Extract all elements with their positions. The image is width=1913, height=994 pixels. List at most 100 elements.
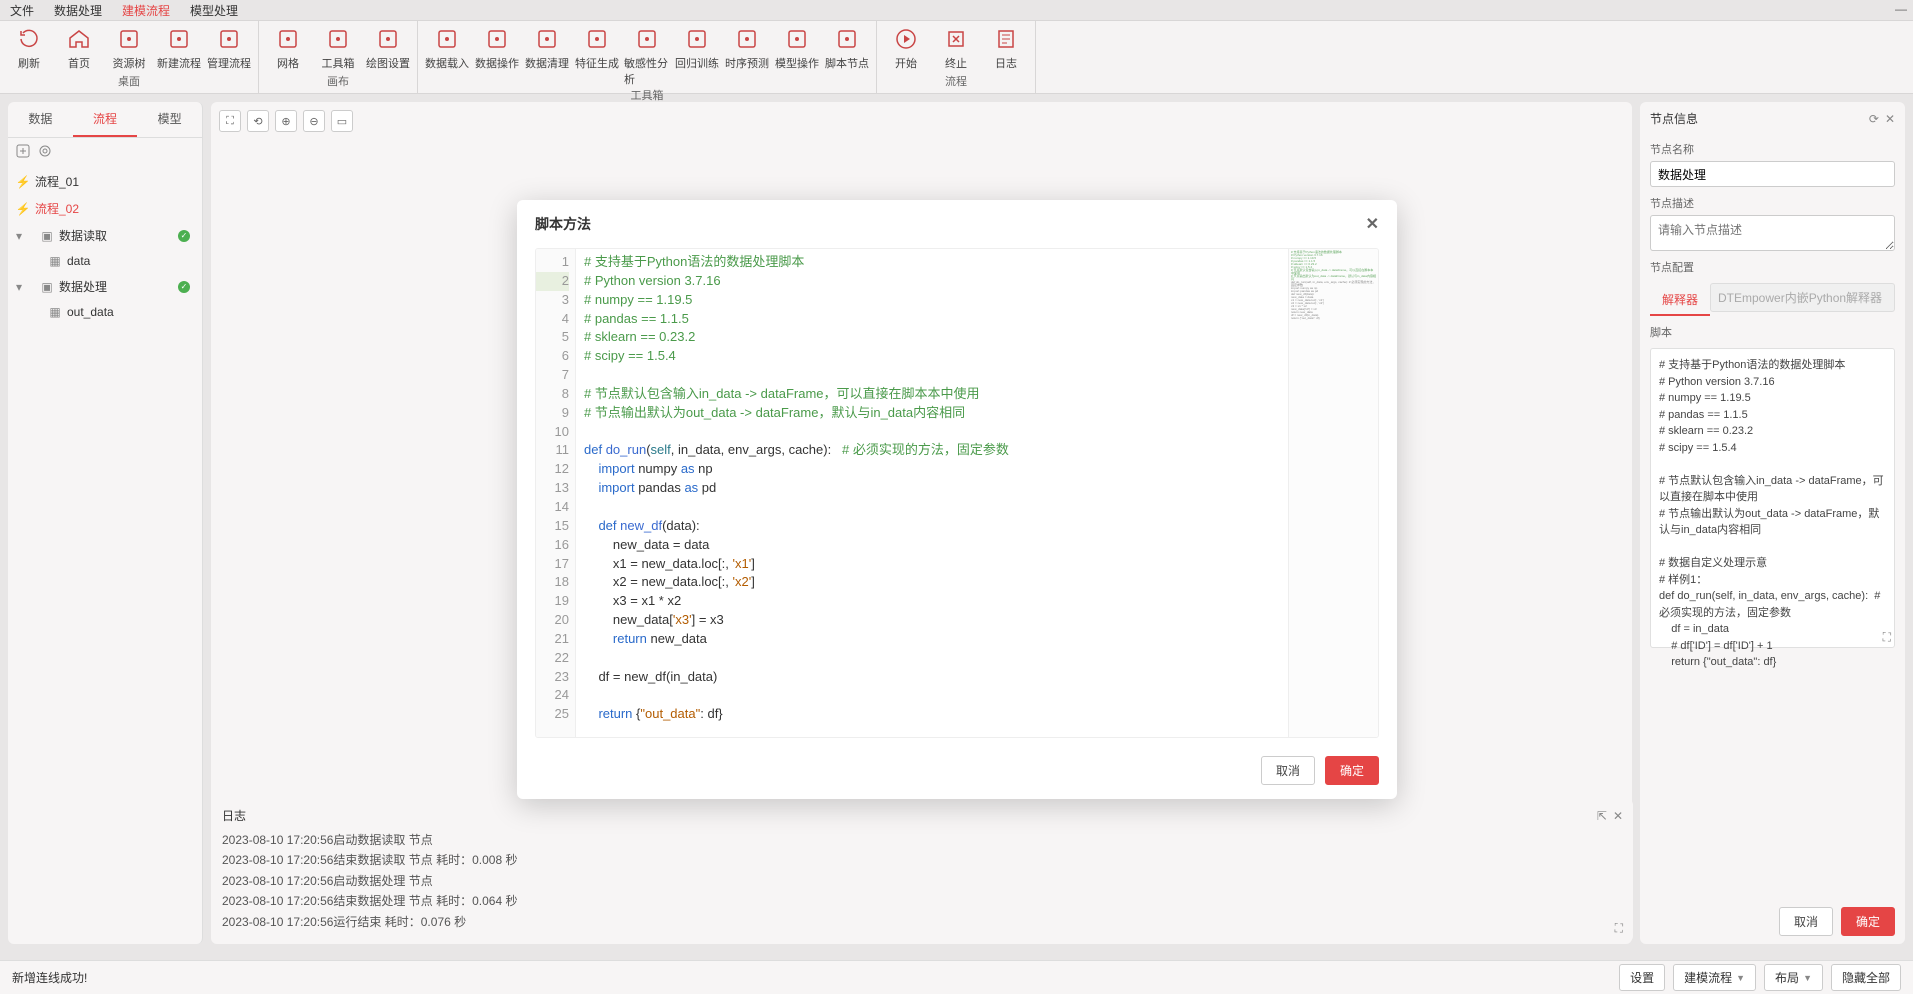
start-icon [894, 27, 918, 51]
menu-0[interactable]: 文件 [10, 2, 34, 19]
status-message: 新增连线成功! [12, 969, 87, 986]
modal-cancel-button[interactable]: 取消 [1261, 756, 1315, 785]
minimize-icon[interactable]: — [1895, 2, 1907, 16]
reset-icon[interactable]: ⟲ [247, 110, 269, 132]
menu-2[interactable]: 建模流程 [122, 2, 170, 19]
menu-3[interactable]: 模型处理 [190, 2, 238, 19]
interpreter-tab[interactable]: 解释器 [1650, 285, 1710, 316]
script-modal: 脚本方法 ✕ 123456789101112131415161718192021… [517, 200, 1397, 799]
ribbon-data-op[interactable]: 数据操作 [474, 23, 520, 87]
log-expand-icon[interactable]: ⛶ [1615, 921, 1623, 936]
log-line: 2023-08-10 17:20:56启动数据处理 节点 [222, 871, 1623, 891]
minimap: # 支持基于Python语法的数据处理脚本# Python version 3.… [1288, 249, 1378, 737]
close-panel-icon[interactable]: ✕ [1885, 112, 1895, 126]
ribbon-manage-flow[interactable]: 管理流程 [206, 23, 252, 73]
panel-cancel-button[interactable]: 取消 [1779, 907, 1833, 936]
stop-icon [944, 27, 968, 51]
ribbon: 刷新 首页 资源树 新建流程 管理流程桌面 网格 工具箱 绘图设置画布 数据载入… [0, 20, 1913, 94]
status-ok-icon: ✓ [178, 281, 190, 293]
ribbon-refresh[interactable]: 刷新 [6, 23, 52, 73]
leaf-item[interactable]: ▦data [8, 249, 202, 273]
log-icon [994, 27, 1018, 51]
save-icon[interactable]: ▭ [331, 110, 353, 132]
zoom-in-icon[interactable]: ⊕ [275, 110, 297, 132]
chevron-down-icon: ▾ [16, 280, 22, 294]
reg-train-icon [685, 27, 709, 51]
menu-1[interactable]: 数据处理 [54, 2, 102, 19]
status-btn-3[interactable]: 隐藏全部 [1831, 964, 1901, 991]
modal-confirm-button[interactable]: 确定 [1325, 756, 1379, 785]
manage-flow-icon [217, 27, 241, 51]
node-icon: ▣ [40, 280, 54, 294]
chevron-down-icon: ▼ [1803, 973, 1812, 983]
ribbon-log[interactable]: 日志 [983, 23, 1029, 73]
node-name-input[interactable] [1650, 161, 1895, 187]
canvas-toolbar: ⛶ ⟲ ⊕ ⊖ ▭ [219, 110, 353, 132]
settings-icon[interactable] [38, 144, 52, 158]
ribbon-toolbox[interactable]: 工具箱 [315, 23, 361, 73]
code-editor[interactable]: 1234567891011121314151617181920212223242… [535, 248, 1379, 738]
flow-item[interactable]: ⚡流程_01 [8, 168, 202, 195]
refresh-panel-icon[interactable]: ⟳ [1869, 112, 1879, 126]
resource-tree-icon [117, 27, 141, 51]
panel-title: 节点信息 [1650, 110, 1698, 127]
ribbon-stop[interactable]: 终止 [933, 23, 979, 73]
side-panel: 数据流程模型 ⚡流程_01⚡流程_02▾▣数据读取✓▦data▾▣数据处理✓▦o… [8, 102, 203, 944]
ribbon-grid[interactable]: 网格 [265, 23, 311, 73]
ribbon-resource-tree[interactable]: 资源树 [106, 23, 152, 73]
flow-item[interactable]: ⚡流程_02 [8, 195, 202, 222]
tree: ⚡流程_01⚡流程_02▾▣数据读取✓▦data▾▣数据处理✓▦out_data [8, 164, 202, 328]
zoom-out-icon[interactable]: ⊖ [303, 110, 325, 132]
ribbon-reg-train[interactable]: 回归训练 [674, 23, 720, 87]
ribbon-home[interactable]: 首页 [56, 23, 102, 73]
status-btn-2[interactable]: 布局▼ [1764, 964, 1823, 991]
new-flow-icon [167, 27, 191, 51]
toolbox-icon [326, 27, 350, 51]
log-panel: 日志 ⇱ ✕ 2023-08-10 17:20:56启动数据读取 节点2023-… [212, 799, 1633, 942]
add-icon[interactable] [16, 144, 30, 158]
script-preview[interactable]: # 支持基于Python语法的数据处理脚本 # Python version 3… [1650, 348, 1895, 648]
ribbon-data-clean[interactable]: 数据清理 [524, 23, 570, 87]
node-desc-input[interactable] [1650, 215, 1895, 251]
ribbon-new-flow[interactable]: 新建流程 [156, 23, 202, 73]
side-tab-0[interactable]: 数据 [8, 102, 73, 137]
node-item[interactable]: ▾▣数据读取✓ [8, 222, 202, 249]
ribbon-model-op[interactable]: 模型操作 [774, 23, 820, 87]
status-btn-0[interactable]: 设置 [1619, 964, 1665, 991]
ribbon-data-load[interactable]: 数据载入 [424, 23, 470, 87]
menubar: 文件 数据处理 建模流程 模型处理 [0, 0, 1913, 20]
node-icon: ▣ [40, 229, 54, 243]
log-line: 2023-08-10 17:20:56运行结束 耗时：0.076 秒 [222, 912, 1623, 930]
status-bar: 新增连线成功! 设置建模流程▼ 布局▼ 隐藏全部 [0, 960, 1913, 994]
fit-icon[interactable]: ⛶ [219, 110, 241, 132]
ribbon-start[interactable]: 开始 [883, 23, 929, 73]
panel-confirm-button[interactable]: 确定 [1841, 907, 1895, 936]
ribbon-ts-predict[interactable]: 时序预测 [724, 23, 770, 87]
side-tab-1[interactable]: 流程 [73, 102, 138, 137]
ribbon-plot-settings[interactable]: 绘图设置 [365, 23, 411, 73]
right-panel: 节点信息 ⟳ ✕ 节点名称 节点描述 节点配置 解释器 DTEmpower内嵌P… [1640, 102, 1905, 944]
leaf-item[interactable]: ▦out_data [8, 300, 202, 324]
status-buttons: 设置建模流程▼ 布局▼ 隐藏全部 [1619, 964, 1901, 991]
window-controls: — [1895, 2, 1907, 16]
code-area[interactable]: # 支持基于Python语法的数据处理脚本# Python version 3.… [576, 249, 1288, 737]
log-line: 2023-08-10 17:20:56结束数据处理 节点 耗时：0.064 秒 [222, 891, 1623, 911]
side-toolbar [8, 138, 202, 164]
script-node-icon [835, 27, 859, 51]
ribbon-sensitivity[interactable]: 敏感性分析 [624, 23, 670, 87]
chevron-down-icon: ▾ [16, 229, 22, 243]
close-icon[interactable]: ✕ [1366, 214, 1379, 234]
status-btn-1[interactable]: 建模流程▼ [1673, 964, 1756, 991]
ribbon-script-node[interactable]: 脚本节点 [824, 23, 870, 87]
node-item[interactable]: ▾▣数据处理✓ [8, 273, 202, 300]
log-popout-icon[interactable]: ⇱ [1597, 809, 1607, 823]
flow-icon: ⚡ [16, 175, 30, 189]
side-tab-2[interactable]: 模型 [137, 102, 202, 137]
config-label: 节点配置 [1650, 259, 1895, 275]
ribbon-feature-gen[interactable]: 特征生成 [574, 23, 620, 87]
log-close-icon[interactable]: ✕ [1613, 809, 1623, 823]
desc-label: 节点描述 [1650, 195, 1895, 211]
expand-icon[interactable]: ⛶ [1883, 630, 1891, 644]
grid-icon [276, 27, 300, 51]
model-op-icon [785, 27, 809, 51]
